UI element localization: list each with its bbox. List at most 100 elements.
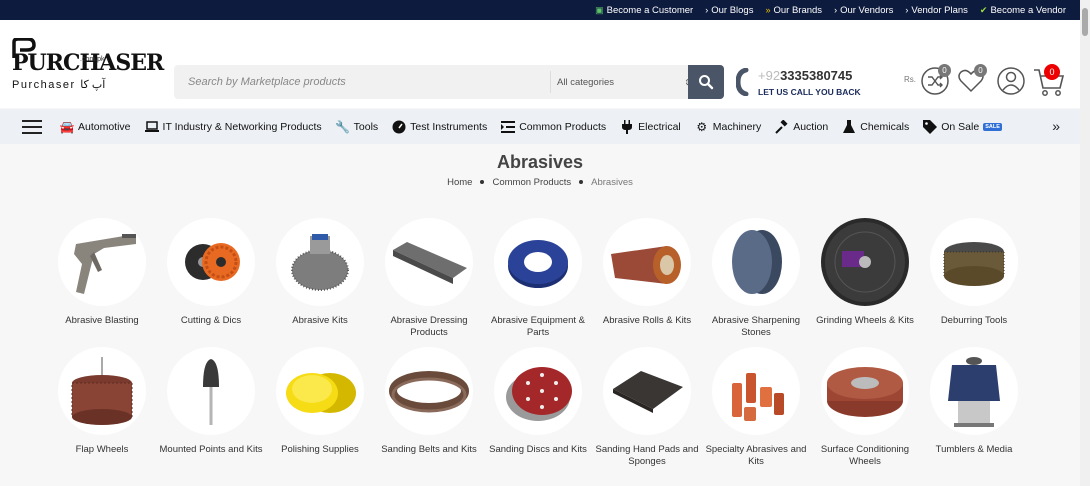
- category-surface-conditioning[interactable]: Surface Conditioning Wheels: [811, 347, 919, 468]
- nav-test-instruments[interactable]: Test Instruments: [392, 120, 487, 134]
- category-abrasive-dressing[interactable]: Abrasive Dressing Products: [375, 218, 483, 339]
- vendor-plans-link[interactable]: › Vendor Plans: [905, 5, 968, 16]
- page-title: Abrasives: [496, 152, 584, 172]
- compare-button[interactable]: 0: [920, 64, 951, 96]
- nav-on-sale[interactable]: On Sale SALE: [923, 119, 1002, 134]
- grinding-wheel-icon: [821, 218, 909, 306]
- nav-auction[interactable]: Auction: [775, 119, 828, 134]
- sanding-sleeve-icon: [712, 347, 800, 435]
- category-specialty-abrasives[interactable]: Specialty Abrasives and Kits: [702, 347, 810, 468]
- our-blogs-link[interactable]: › Our Blogs: [705, 5, 753, 16]
- menu-icon[interactable]: [22, 119, 42, 134]
- search-button[interactable]: [688, 65, 724, 99]
- category-abrasive-rolls[interactable]: Abrasive Rolls & Kits: [593, 218, 701, 327]
- store-icon: ▣: [595, 4, 604, 15]
- list-icon: [501, 120, 516, 134]
- blast-gun-icon: [58, 218, 146, 306]
- category-nav: 🚘 Automotive IT Industry & Networking Pro…: [0, 109, 1080, 144]
- category-polishing-supplies[interactable]: Polishing Supplies: [266, 347, 374, 456]
- logo-domain: .com.pk: [80, 56, 105, 63]
- chevron-icon: ›: [834, 4, 838, 15]
- category-sharpening-stones[interactable]: Abrasive Sharpening Stones: [702, 218, 810, 339]
- call-back[interactable]: +923335380745 LET US CALL YOU BACK: [736, 66, 866, 102]
- our-vendors-link[interactable]: › Our Vendors: [834, 5, 893, 16]
- tumbler-icon: [930, 347, 1018, 435]
- gears-icon: ⚙: [696, 119, 708, 134]
- wrench-icon: 🔧: [335, 119, 351, 134]
- breadcrumb-current: Abrasives: [591, 177, 633, 188]
- check-icon: ✔: [979, 4, 988, 15]
- tag-icon: [923, 119, 938, 134]
- call-back-label: LET US CALL YOU BACK: [758, 87, 861, 97]
- logo-subtitle: Purchaser آپ کا: [12, 79, 106, 91]
- logo-wordmark: PURCHASER: [12, 50, 164, 76]
- double-chevron-icon: »: [765, 4, 771, 15]
- search-icon: [699, 75, 714, 90]
- nav-chemicals[interactable]: Chemicals: [842, 119, 909, 134]
- plug-icon: [620, 119, 634, 134]
- search-input[interactable]: [174, 75, 550, 89]
- category-sanding-hand-pads[interactable]: Sanding Hand Pads and Sponges: [593, 347, 701, 468]
- breadcrumb-common-products[interactable]: Common Products: [492, 177, 571, 188]
- category-mounted-points[interactable]: Mounted Points and Kits: [157, 347, 265, 456]
- nav-automotive[interactable]: 🚘 Automotive: [60, 120, 131, 134]
- car-icon: 🚘: [59, 119, 75, 134]
- flask-icon: [842, 119, 856, 134]
- nav-electrical[interactable]: Electrical: [620, 119, 681, 134]
- deburring-brush-icon: [930, 218, 1018, 306]
- category-cutting-dics[interactable]: Cutting & Dics: [157, 218, 265, 327]
- page-scrollbar[interactable]: [1080, 0, 1090, 486]
- category-deburring-tools[interactable]: Deburring Tools: [920, 218, 1028, 327]
- site-logo[interactable]: PURCHASER .com.pk Purchaser آپ کا: [12, 38, 164, 94]
- sharpening-stone-icon: [712, 218, 800, 306]
- category-flap-wheels[interactable]: Flap Wheels: [48, 347, 156, 456]
- conditioning-wheel-icon: [821, 347, 909, 435]
- compare-count-badge: 0: [938, 64, 951, 77]
- category-abrasive-blasting[interactable]: Abrasive Blasting: [48, 218, 156, 327]
- cutting-disc-icon: [167, 218, 255, 306]
- nav-tools[interactable]: 🔧 Tools: [335, 119, 378, 134]
- wishlist-count-badge: 0: [974, 64, 987, 77]
- nav-machinery[interactable]: ⚙ Machinery: [695, 120, 761, 134]
- header: PURCHASER .com.pk Purchaser آپ کا All ca…: [0, 20, 1090, 108]
- laptop-icon: [144, 120, 159, 134]
- sale-badge: SALE: [983, 122, 1002, 131]
- sanding-disc-icon: [494, 347, 582, 435]
- scrollbar-thumb[interactable]: [1082, 8, 1088, 36]
- account-button[interactable]: [996, 66, 1026, 96]
- phone-icon: [736, 68, 749, 96]
- mounted-point-icon: [167, 347, 255, 435]
- category-sanding-belts[interactable]: Sanding Belts and Kits: [375, 347, 483, 456]
- abrasive-roll-icon: [603, 218, 691, 306]
- nav-more-icon[interactable]: »: [1052, 118, 1060, 134]
- phone-number: +923335380745: [758, 68, 853, 83]
- nav-common-products[interactable]: Common Products: [501, 120, 606, 134]
- gavel-icon: [775, 119, 789, 134]
- chevron-icon: ›: [705, 4, 709, 15]
- top-bar: ▣ Become a Customer › Our Blogs » Our Brand…: [0, 0, 1090, 20]
- hand-pad-icon: [603, 347, 691, 435]
- cart-button[interactable]: 0: [1032, 64, 1065, 96]
- cart-count-badge: 0: [1044, 64, 1060, 80]
- category-select[interactable]: All categories ⇕: [550, 71, 697, 93]
- category-abrasive-equipment[interactable]: Abrasive Equipment & Parts: [484, 218, 592, 339]
- chevron-icon: ›: [905, 4, 909, 15]
- wire-brush-icon: [276, 218, 364, 306]
- category-sanding-discs[interactable]: Sanding Discs and Kits: [484, 347, 592, 456]
- polishing-pad-icon: [276, 347, 364, 435]
- nav-it-industry[interactable]: IT Industry & Networking Products: [144, 120, 322, 134]
- sanding-belt-icon: [385, 347, 473, 435]
- category-grinding-wheels[interactable]: Grinding Wheels & Kits: [811, 218, 919, 327]
- wishlist-button[interactable]: 0: [956, 64, 987, 96]
- category-abrasive-kits[interactable]: Abrasive Kits: [266, 218, 374, 327]
- category-tumblers-media[interactable]: Tumblers & Media: [920, 347, 1028, 456]
- flap-wheel-icon: [58, 347, 146, 435]
- our-brands-link[interactable]: » Our Brands: [765, 5, 822, 16]
- become-customer-link[interactable]: ▣ Become a Customer: [595, 5, 693, 16]
- dressing-stick-icon: [385, 218, 473, 306]
- become-vendor-link[interactable]: ✔ Become a Vendor: [980, 5, 1066, 16]
- search-bar: All categories ⇕: [174, 65, 724, 99]
- breadcrumb: Home Common Products Abrasives: [0, 177, 1080, 188]
- breadcrumb-home[interactable]: Home: [447, 177, 472, 188]
- gauge-icon: [392, 120, 406, 134]
